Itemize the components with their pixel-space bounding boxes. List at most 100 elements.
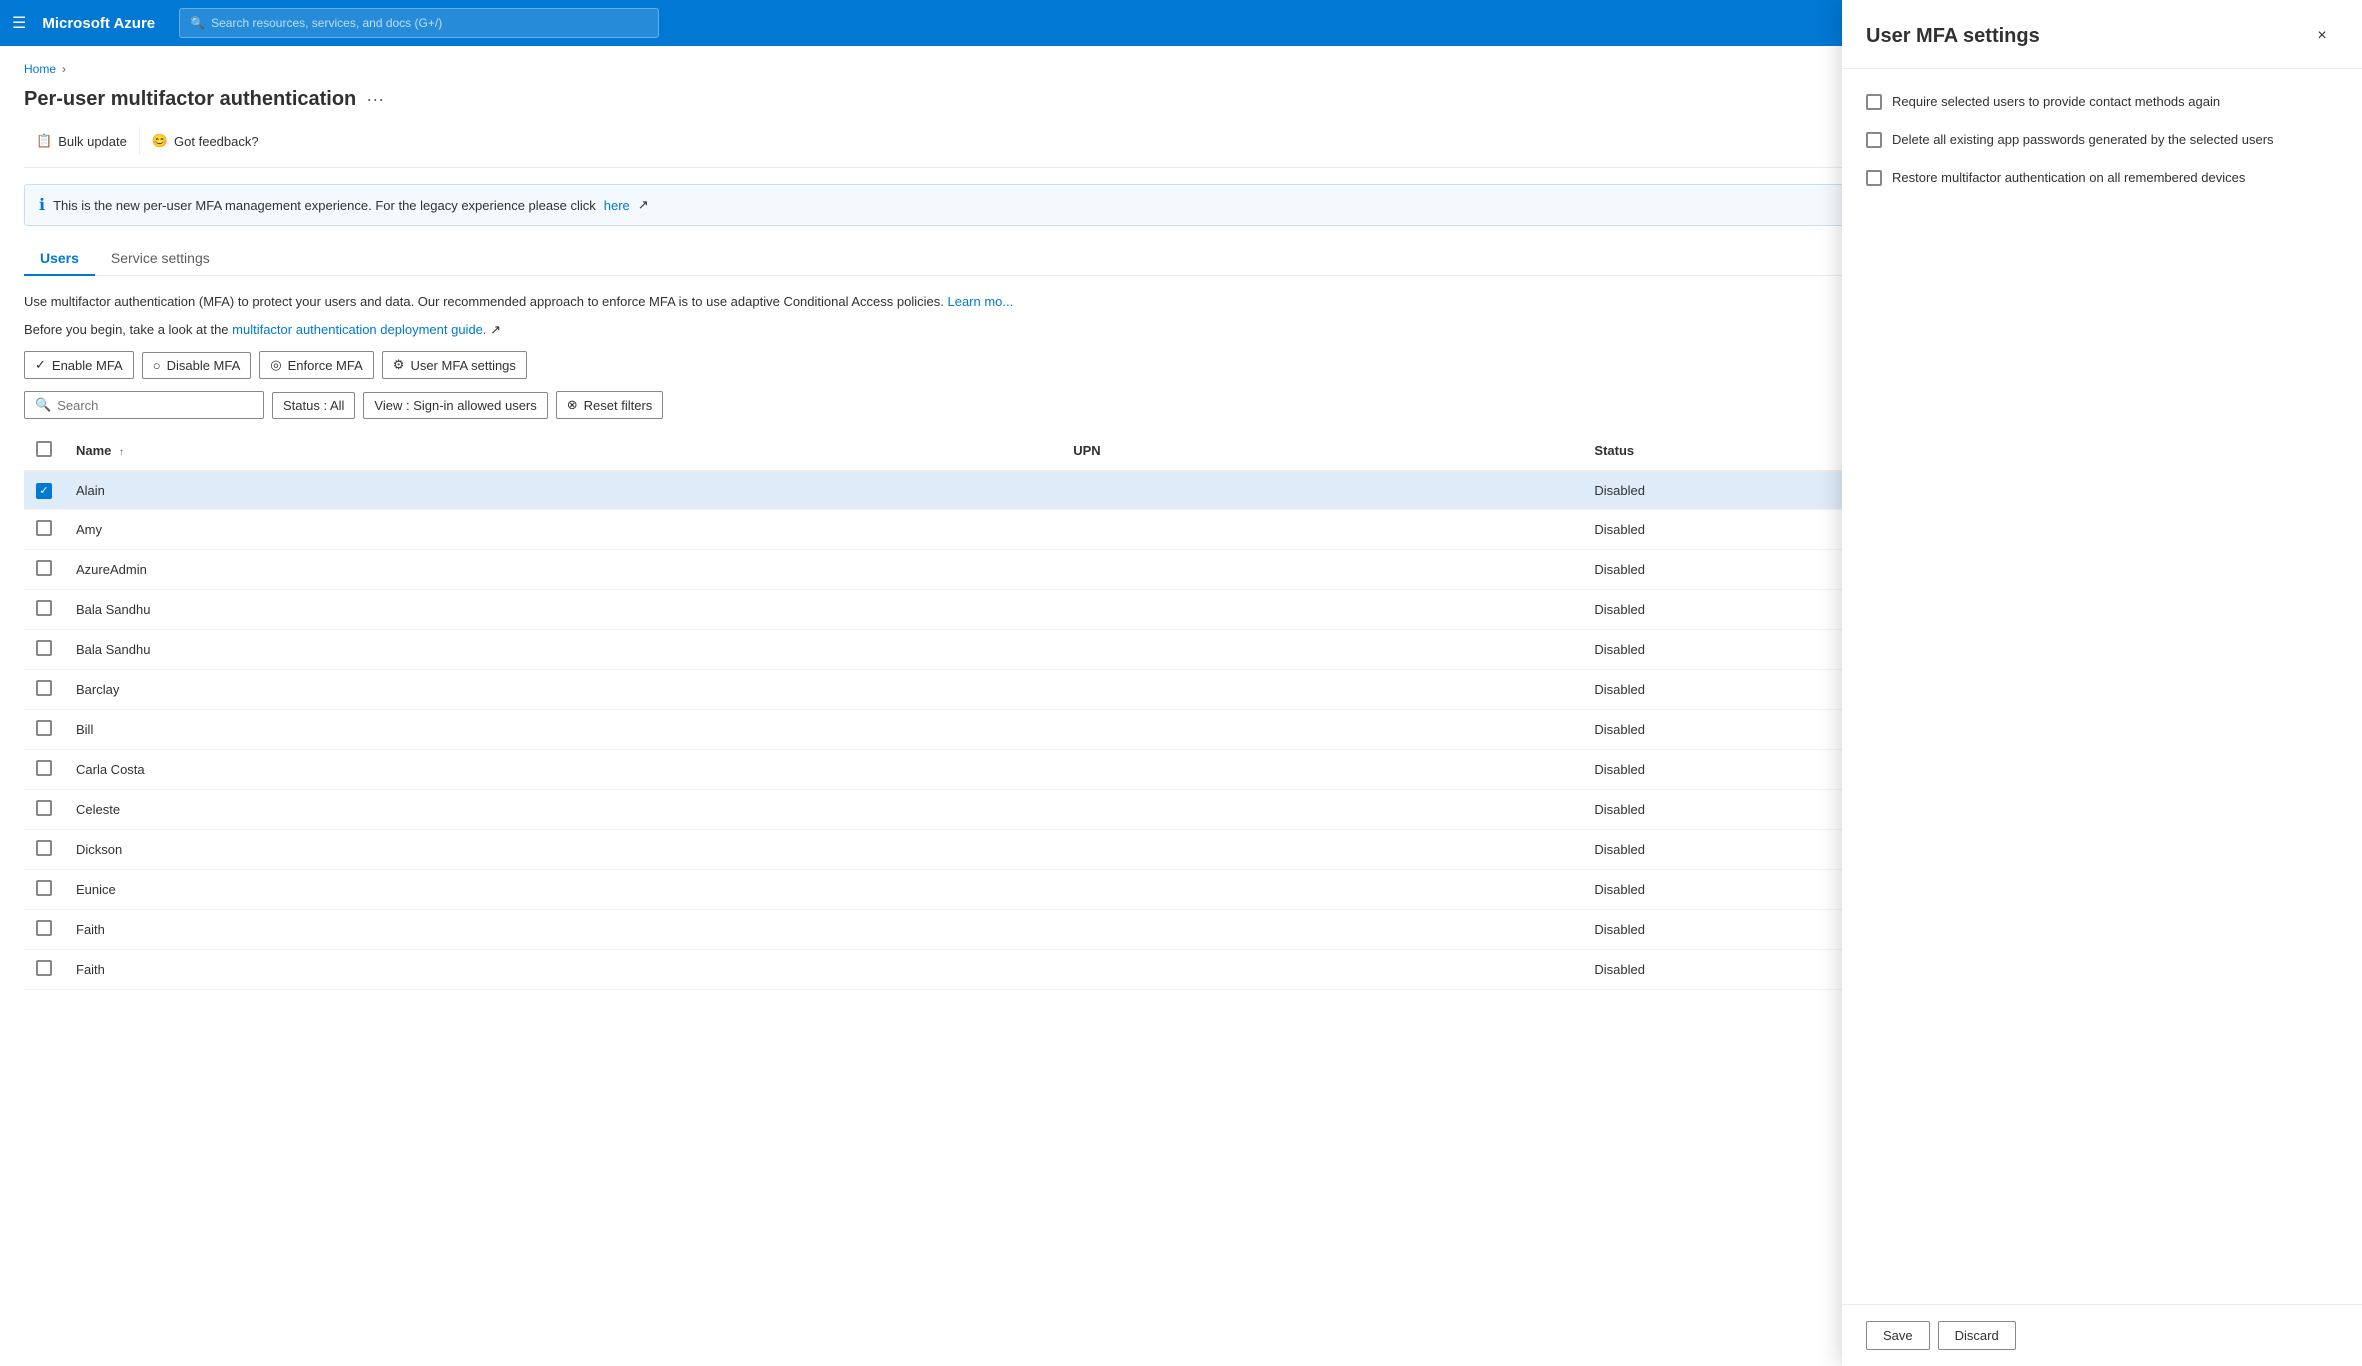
external-guide-icon: ↗ — [490, 322, 501, 337]
row-name: Eunice — [64, 869, 1061, 909]
row-upn — [1061, 909, 1582, 949]
select-all-header[interactable] — [24, 431, 64, 471]
row-upn — [1061, 471, 1582, 509]
enable-mfa-button[interactable]: ✓ Enable MFA — [24, 351, 134, 379]
breadcrumb-separator: › — [62, 62, 66, 76]
brand-logo: Microsoft Azure — [42, 15, 155, 32]
row-checkbox[interactable] — [36, 920, 52, 936]
name-column-header: Name ↑ — [64, 431, 1061, 471]
panel-footer: Save Discard — [1842, 1304, 2362, 1366]
row-checkbox[interactable]: ✓ — [36, 483, 52, 499]
bulk-update-label: Bulk update — [58, 134, 127, 149]
name-sort-icon[interactable]: ↑ — [119, 447, 124, 458]
row-checkbox[interactable] — [36, 760, 52, 776]
user-mfa-settings-icon: ⚙ — [393, 357, 405, 373]
row-name: Barclay — [64, 669, 1061, 709]
search-icon: 🔍 — [190, 16, 205, 30]
guide-link[interactable]: multifactor authentication deployment gu… — [232, 322, 486, 337]
row-upn — [1061, 549, 1582, 589]
user-mfa-settings-button[interactable]: ⚙ User MFA settings — [382, 351, 527, 379]
main-layout: Home › Per-user multifactor authenticati… — [0, 46, 2362, 1366]
user-mfa-settings-panel: User MFA settings × Require selected use… — [1842, 0, 2362, 1366]
row-upn — [1061, 509, 1582, 549]
row-upn — [1061, 829, 1582, 869]
discard-button[interactable]: Discard — [1938, 1321, 2016, 1350]
select-all-checkbox[interactable] — [36, 441, 52, 457]
enforce-mfa-button[interactable]: ◎ Enforce MFA — [259, 351, 373, 379]
got-feedback-label: Got feedback? — [174, 134, 259, 149]
row-upn — [1061, 869, 1582, 909]
status-filter-button[interactable]: Status : All — [272, 392, 355, 419]
row-upn — [1061, 949, 1582, 989]
row-checkbox[interactable] — [36, 600, 52, 616]
bulk-update-icon: 📋 — [36, 133, 52, 149]
require-contact-checkbox[interactable] — [1866, 94, 1882, 110]
tab-users[interactable]: Users — [24, 242, 95, 276]
save-button[interactable]: Save — [1866, 1321, 1930, 1350]
hamburger-menu[interactable]: ☰ — [12, 13, 26, 33]
row-name: AzureAdmin — [64, 549, 1061, 589]
tab-service-settings[interactable]: Service settings — [95, 242, 226, 276]
page-title: Per-user multifactor authentication — [24, 88, 356, 111]
reset-filters-label: Reset filters — [584, 398, 653, 413]
require-contact-label: Require selected users to provide contac… — [1892, 93, 2220, 111]
search-input[interactable] — [57, 398, 253, 413]
panel-title: User MFA settings — [1866, 25, 2040, 48]
save-label: Save — [1883, 1328, 1913, 1343]
bulk-update-button[interactable]: 📋 Bulk update — [24, 127, 140, 155]
row-checkbox[interactable] — [36, 880, 52, 896]
external-icon: ↗ — [638, 197, 649, 213]
upn-column-header: UPN — [1061, 431, 1582, 471]
reset-filters-button[interactable]: ⊗ Reset filters — [556, 391, 664, 419]
row-checkbox[interactable] — [36, 800, 52, 816]
row-checkbox[interactable] — [36, 560, 52, 576]
legacy-link[interactable]: here — [604, 198, 630, 213]
require-contact-row: Require selected users to provide contac… — [1866, 93, 2338, 111]
panel-close-button[interactable]: × — [2306, 20, 2338, 52]
global-search-input[interactable] — [211, 16, 648, 30]
enable-mfa-icon: ✓ — [35, 357, 46, 373]
restore-mfa-row: Restore multifactor authentication on al… — [1866, 169, 2338, 187]
row-name: Celeste — [64, 789, 1061, 829]
row-checkbox[interactable] — [36, 960, 52, 976]
enable-mfa-label: Enable MFA — [52, 358, 123, 373]
learn-more-link[interactable]: Learn mo... — [947, 294, 1013, 309]
reset-filters-icon: ⊗ — [567, 397, 578, 413]
row-name: Faith — [64, 909, 1061, 949]
row-name: Carla Costa — [64, 749, 1061, 789]
panel-header: User MFA settings × — [1842, 0, 2362, 69]
row-name: Faith — [64, 949, 1061, 989]
view-filter-button[interactable]: View : Sign-in allowed users — [363, 392, 547, 419]
got-feedback-button[interactable]: 😊 Got feedback? — [140, 127, 271, 155]
discard-label: Discard — [1955, 1328, 1999, 1343]
row-checkbox[interactable] — [36, 720, 52, 736]
info-text: This is the new per-user MFA management … — [53, 198, 596, 213]
row-checkbox[interactable] — [36, 840, 52, 856]
row-upn — [1061, 789, 1582, 829]
row-checkbox[interactable] — [36, 680, 52, 696]
search-input-wrap[interactable]: 🔍 — [24, 391, 264, 419]
breadcrumb-home[interactable]: Home — [24, 62, 56, 76]
global-search-bar[interactable]: 🔍 — [179, 8, 659, 38]
row-name: Alain — [64, 471, 1061, 509]
row-name: Dickson — [64, 829, 1061, 869]
disable-mfa-label: Disable MFA — [167, 358, 241, 373]
delete-passwords-row: Delete all existing app passwords genera… — [1866, 131, 2338, 149]
row-upn — [1061, 749, 1582, 789]
restore-mfa-checkbox[interactable] — [1866, 170, 1882, 186]
enforce-mfa-icon: ◎ — [270, 357, 281, 373]
row-upn — [1061, 669, 1582, 709]
delete-passwords-checkbox[interactable] — [1866, 132, 1882, 148]
disable-mfa-button[interactable]: ○ Disable MFA — [142, 352, 252, 379]
row-name: Amy — [64, 509, 1061, 549]
user-mfa-settings-label: User MFA settings — [410, 358, 515, 373]
more-options-button[interactable]: ··· — [366, 89, 384, 110]
row-upn — [1061, 629, 1582, 669]
row-checkbox[interactable] — [36, 640, 52, 656]
status-filter-label: Status : All — [283, 398, 344, 413]
row-name: Bala Sandhu — [64, 589, 1061, 629]
row-name: Bill — [64, 709, 1061, 749]
row-upn — [1061, 589, 1582, 629]
feedback-icon: 😊 — [152, 133, 168, 149]
row-checkbox[interactable] — [36, 520, 52, 536]
